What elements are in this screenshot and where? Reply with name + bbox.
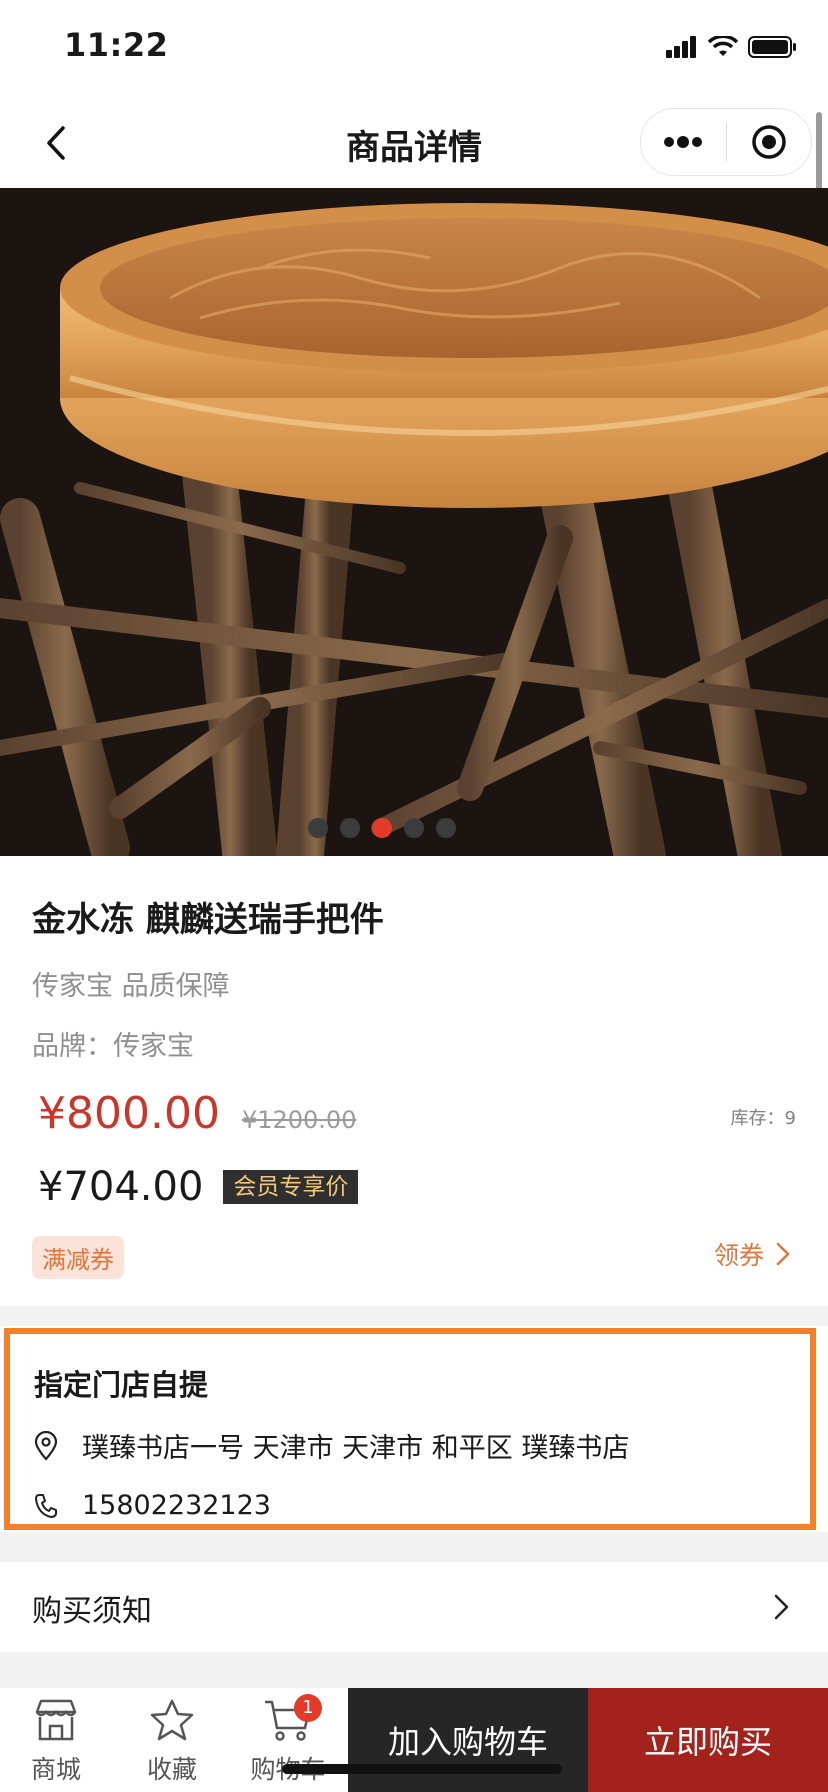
product-info: 金水冻 麒麟送瑞手把件 传家宝 品质保障 品牌：传家宝 ¥800.00 ¥120… xyxy=(0,856,828,1306)
get-coupon-button[interactable]: 领券 xyxy=(714,1236,790,1272)
more-button[interactable] xyxy=(641,108,726,176)
get-coupon-label: 领券 xyxy=(713,1241,764,1270)
member-price-tag: 会员专享价 xyxy=(223,1170,359,1204)
tab-favorites-label: 收藏 xyxy=(146,1755,197,1784)
battery-icon xyxy=(748,36,796,58)
tab-store[interactable]: 商城 xyxy=(6,1698,106,1786)
status-bar: 11:22 xyxy=(0,0,828,98)
pickup-title: 指定门店自提 xyxy=(34,1368,209,1402)
product-subtitle: 传家宝 品质保障 xyxy=(32,971,230,1002)
pickup-highlight-frame: 指定门店自提 璞臻书店一号 天津市 天津市 和平区 璞臻书店 158022321… xyxy=(4,1328,816,1530)
add-to-cart-button[interactable]: 加入购物车 xyxy=(348,1688,588,1792)
location-pin-icon xyxy=(34,1430,58,1461)
carousel-dots xyxy=(308,818,456,838)
tab-favorites[interactable]: 收藏 xyxy=(122,1698,222,1786)
star-icon xyxy=(150,1699,194,1741)
cart-badge: 1 xyxy=(294,1694,322,1722)
signal-icon xyxy=(666,36,696,58)
chevron-right-icon xyxy=(774,1594,789,1620)
carousel-dot[interactable] xyxy=(308,818,328,838)
stock-count: 库存：9 xyxy=(730,1108,796,1129)
status-icons xyxy=(666,32,798,62)
coupon-tag: 满减券 xyxy=(32,1236,124,1279)
original-price: ¥1200.00 xyxy=(241,1106,357,1134)
product-photo xyxy=(0,188,828,856)
chevron-right-icon xyxy=(776,1242,790,1266)
pickup-phone-row[interactable]: 15802232123 xyxy=(34,1490,271,1521)
buy-now-button[interactable]: 立即购买 xyxy=(588,1688,828,1792)
product-brand: 品牌：传家宝 xyxy=(32,1031,194,1062)
home-indicator xyxy=(282,1764,562,1774)
carousel-dot[interactable] xyxy=(404,818,424,838)
carousel-dot[interactable] xyxy=(340,818,360,838)
more-dots-icon xyxy=(664,136,703,148)
member-price-row: ¥704.00 会员专享价 xyxy=(38,1164,359,1210)
status-time: 11:22 xyxy=(64,26,169,64)
pickup-phone: 15802232123 xyxy=(82,1490,271,1521)
current-price: ¥800.00 xyxy=(38,1088,220,1139)
tab-store-label: 商城 xyxy=(30,1755,81,1784)
member-price: ¥704.00 xyxy=(38,1164,204,1210)
bottom-action-bar: 商城 收藏 1 购物车 加入购物车 立即购买 xyxy=(0,1688,828,1792)
target-circle-icon xyxy=(752,125,786,159)
purchase-notice-row[interactable]: 购买须知 xyxy=(0,1562,828,1652)
nav-bar: 商品详情 xyxy=(0,98,828,188)
carousel-dot[interactable] xyxy=(436,818,456,838)
pickup-address: 璞臻书店一号 天津市 天津市 和平区 璞臻书店 xyxy=(82,1433,630,1464)
pickup-address-row[interactable]: 璞臻书店一号 天津市 天津市 和平区 璞臻书店 xyxy=(34,1426,629,1465)
pickup-store-card: 指定门店自提 璞臻书店一号 天津市 天津市 和平区 璞臻书店 158022321… xyxy=(0,1326,828,1532)
product-image-carousel[interactable] xyxy=(0,188,828,856)
mini-program-capsule xyxy=(640,108,812,176)
carousel-dot-active[interactable] xyxy=(372,818,392,838)
price-row: ¥800.00 ¥1200.00 xyxy=(38,1088,356,1139)
wifi-icon xyxy=(708,36,738,56)
store-icon xyxy=(35,1699,77,1741)
phone-icon xyxy=(35,1493,57,1518)
purchase-notice-label: 购买须知 xyxy=(32,1594,152,1629)
product-title: 金水冻 麒麟送瑞手把件 xyxy=(32,900,384,940)
close-miniprogram-button[interactable] xyxy=(727,108,812,176)
